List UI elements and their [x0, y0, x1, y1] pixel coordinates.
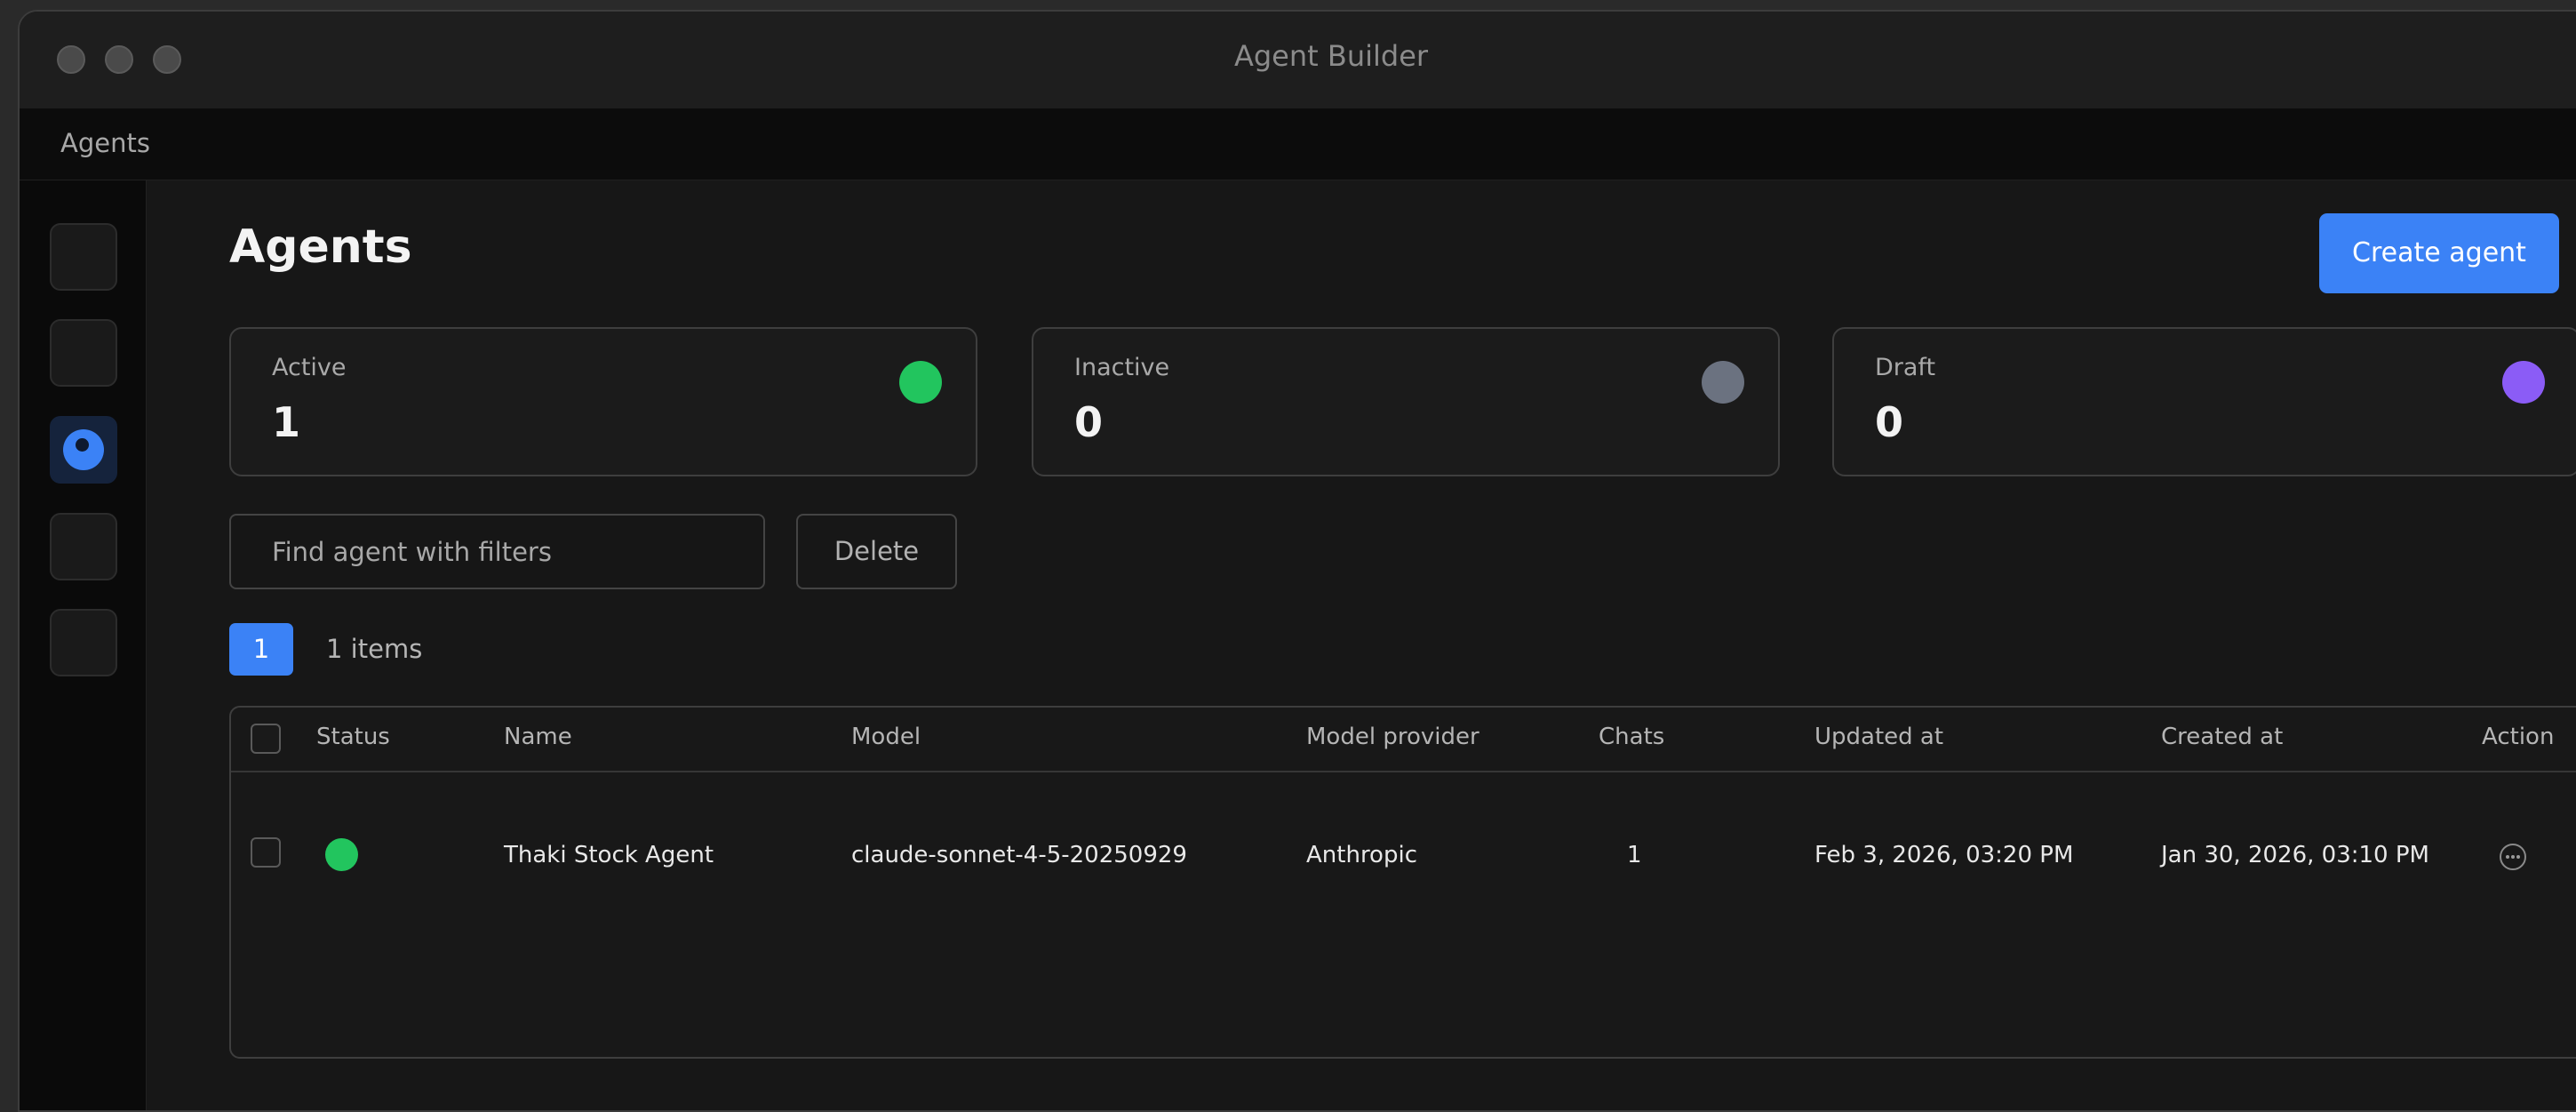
column-header-action: Action	[2482, 724, 2555, 750]
sidebar-item-4[interactable]	[50, 513, 117, 580]
create-agent-button[interactable]: Create agent	[2319, 213, 2559, 293]
sidebar-item-1[interactable]	[50, 223, 117, 291]
agents-icon	[63, 429, 104, 470]
title-bar: Agent Builder	[20, 12, 2576, 109]
draft-status-dot	[2502, 361, 2545, 404]
column-header-updated-at[interactable]: Updated at	[1814, 724, 1943, 750]
sidebar-item-agents[interactable]	[50, 416, 117, 484]
column-header-provider[interactable]: Model provider	[1306, 724, 1479, 750]
stat-value: 0	[1875, 398, 1904, 446]
items-count: 1 items	[326, 634, 423, 664]
sidebar-item-5[interactable]	[50, 609, 117, 676]
active-status-dot	[899, 361, 942, 404]
more-icon[interactable]	[2500, 844, 2526, 870]
search-input[interactable]	[229, 514, 765, 589]
page-number-button[interactable]: 1	[229, 623, 293, 676]
main-content: Agents Create agent Active 1 Inactive 0 …	[147, 180, 2576, 1110]
window-title: Agent Builder	[1233, 39, 1429, 73]
sidebar-rail	[20, 180, 147, 1110]
agent-updated-at: Feb 3, 2026, 03:20 PM	[1814, 842, 2074, 868]
agent-model: claude-sonnet-4-5-20250929	[851, 842, 1187, 868]
agent-provider: Anthropic	[1306, 842, 1417, 868]
stat-label: Inactive	[1074, 354, 1170, 381]
column-header-model[interactable]: Model	[851, 724, 921, 750]
minimize-window-button[interactable]	[105, 45, 133, 74]
menu-bar: Agents	[20, 108, 2576, 180]
stat-value: 1	[272, 398, 301, 446]
delete-button[interactable]: Delete	[796, 514, 957, 589]
stat-card-draft: Draft 0	[1832, 327, 2576, 476]
app-window: Agent Builder Agents Agents Create agent…	[18, 10, 2576, 1112]
column-header-name[interactable]: Name	[504, 724, 572, 750]
agent-chats: 1	[1627, 842, 1642, 868]
select-all-checkbox[interactable]	[251, 724, 281, 754]
column-header-chats[interactable]: Chats	[1599, 724, 1664, 750]
stat-card-inactive: Inactive 0	[1032, 327, 1780, 476]
zoom-window-button[interactable]	[153, 45, 181, 74]
column-header-created-at[interactable]: Created at	[2161, 724, 2283, 750]
stat-label: Draft	[1875, 354, 1936, 381]
table-header: Status Name Model Model provider Chats U…	[231, 708, 2576, 772]
sidebar-item-2[interactable]	[50, 319, 117, 387]
table-row[interactable]: Thaki Stock Agent claude-sonnet-4-5-2025…	[231, 772, 2576, 937]
agents-table: Status Name Model Model provider Chats U…	[229, 706, 2576, 1059]
active-status-dot	[325, 838, 358, 871]
agent-name[interactable]: Thaki Stock Agent	[504, 842, 714, 868]
stat-label: Active	[272, 354, 347, 381]
column-header-status[interactable]: Status	[316, 724, 390, 750]
menu-item-agents[interactable]: Agents	[60, 128, 150, 158]
page-title: Agents	[229, 220, 412, 274]
row-checkbox[interactable]	[251, 837, 281, 868]
stat-card-active: Active 1	[229, 327, 977, 476]
agent-created-at: Jan 30, 2026, 03:10 PM	[2161, 842, 2429, 868]
stat-value: 0	[1074, 398, 1104, 446]
inactive-status-dot	[1702, 361, 1744, 404]
close-window-button[interactable]	[57, 45, 85, 74]
